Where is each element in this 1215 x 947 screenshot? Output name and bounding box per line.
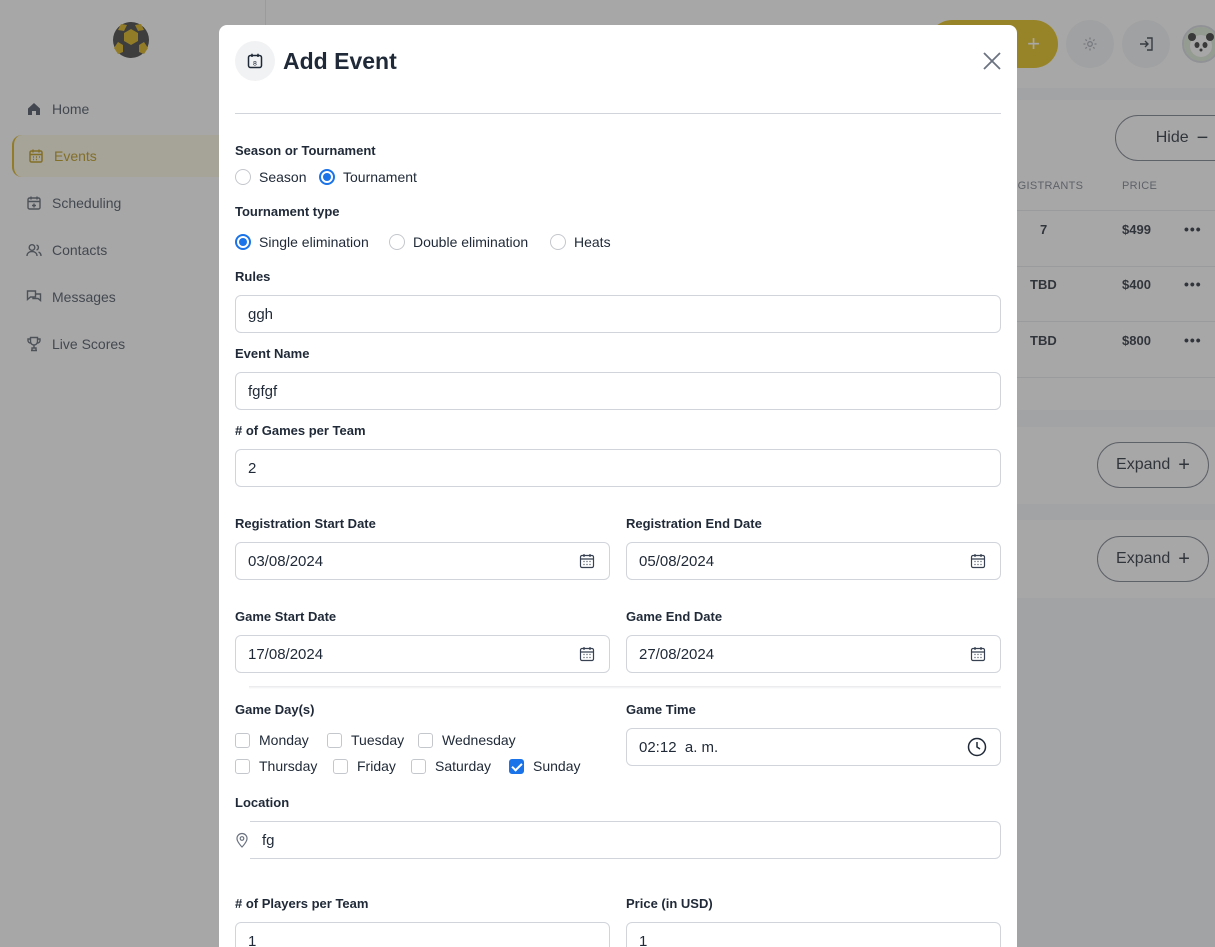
game-start-field[interactable]: 17/08/2024 [235, 635, 610, 673]
section-divider [249, 686, 1001, 689]
modal-title: Add Event [283, 48, 397, 74]
radio-label: Heats [574, 234, 611, 250]
calendar-icon[interactable] [970, 553, 986, 569]
checkbox-label: Monday [259, 732, 309, 748]
monday-checkbox[interactable]: Monday [235, 732, 309, 748]
event-name-label: Event Name [235, 346, 310, 361]
date-value: 27/08/2024 [639, 645, 715, 663]
field-value: 1 [639, 933, 648, 947]
location-field[interactable]: fg [250, 821, 1001, 859]
radio-button[interactable] [235, 169, 251, 185]
radio-button[interactable] [550, 234, 566, 250]
radio-label: Season [259, 169, 307, 185]
checkbox-label: Wednesday [442, 732, 516, 748]
season-or-tournament-label: Season or Tournament [235, 143, 376, 158]
checkbox[interactable] [235, 732, 250, 748]
calendar-icon[interactable] [579, 553, 595, 569]
checkbox[interactable] [327, 732, 342, 748]
rules-field[interactable]: ggh [235, 295, 1001, 333]
radio-button[interactable] [319, 169, 335, 185]
game-days-label: Game Day(s) [235, 702, 315, 717]
players-per-team-field[interactable]: 1 [235, 922, 610, 947]
checkbox-label: Friday [357, 758, 396, 774]
event-name-field[interactable]: fgfgf [235, 372, 1001, 410]
checkbox-label: Thursday [259, 758, 318, 774]
game-start-label: Game Start Date [235, 609, 337, 624]
checkbox[interactable] [509, 758, 524, 774]
game-end-field[interactable]: 27/08/2024 [626, 635, 1001, 673]
radio-button[interactable] [389, 234, 405, 250]
date-value: 03/08/2024 [248, 552, 324, 570]
game-time-label: Game Time [626, 702, 696, 717]
checkbox-label: Sunday [533, 758, 581, 774]
tournament-radio[interactable]: Tournament [319, 169, 417, 185]
heats-radio[interactable]: Heats [550, 234, 611, 250]
calendar-icon[interactable] [579, 646, 595, 662]
calendar-icon: 8 [235, 41, 275, 81]
registration-start-label: Registration Start Date [235, 516, 376, 531]
date-value: 05/08/2024 [639, 552, 715, 570]
field-value: 1 [248, 933, 257, 947]
game-end-label: Game End Date [626, 609, 723, 624]
tournament-type-label: Tournament type [235, 204, 340, 219]
sunday-checkbox[interactable]: Sunday [509, 758, 580, 774]
checkbox-label: Tuesday [351, 732, 405, 748]
registration-start-field[interactable]: 03/08/2024 [235, 542, 610, 580]
checkbox[interactable] [235, 758, 250, 774]
rules-label: Rules [235, 269, 271, 284]
date-value: 17/08/2024 [248, 645, 324, 663]
checkbox[interactable] [411, 758, 426, 774]
svg-text:8: 8 [253, 59, 257, 67]
thursday-checkbox[interactable]: Thursday [235, 758, 317, 774]
clock-icon[interactable] [967, 737, 987, 757]
season-radio[interactable]: Season [235, 169, 306, 185]
time-value: 02:12 a. m. [639, 738, 719, 756]
double-elimination-radio[interactable]: Double elimination [389, 234, 528, 250]
price-field[interactable]: 1 [626, 922, 1001, 947]
checkbox[interactable] [333, 758, 348, 774]
tuesday-checkbox[interactable]: Tuesday [327, 732, 404, 748]
calendar-icon[interactable] [970, 646, 986, 662]
friday-checkbox[interactable]: Friday [333, 758, 396, 774]
map-pin-icon [236, 832, 248, 848]
registration-end-field[interactable]: 05/08/2024 [626, 542, 1001, 580]
registration-end-label: Registration End Date [626, 516, 762, 531]
checkbox[interactable] [418, 732, 433, 748]
radio-button[interactable] [235, 234, 251, 250]
header-divider [235, 113, 1001, 114]
add-event-modal: 8 Add Event Season or Tournament Season … [219, 25, 1017, 947]
price-label: Price (in USD) [626, 896, 713, 911]
games-per-team-label: # of Games per Team [235, 423, 366, 438]
close-icon[interactable] [981, 50, 1003, 72]
game-time-field[interactable]: 02:12 a. m. [626, 728, 1001, 766]
saturday-checkbox[interactable]: Saturday [411, 758, 491, 774]
radio-label: Single elimination [259, 234, 369, 250]
radio-label: Double elimination [413, 234, 529, 250]
players-per-team-label: # of Players per Team [235, 896, 369, 911]
single-elimination-radio[interactable]: Single elimination [235, 234, 369, 250]
checkbox-label: Saturday [435, 758, 492, 774]
radio-label: Tournament [343, 169, 417, 185]
location-label: Location [235, 795, 290, 810]
wednesday-checkbox[interactable]: Wednesday [418, 732, 516, 748]
games-per-team-field[interactable]: 2 [235, 449, 1001, 487]
